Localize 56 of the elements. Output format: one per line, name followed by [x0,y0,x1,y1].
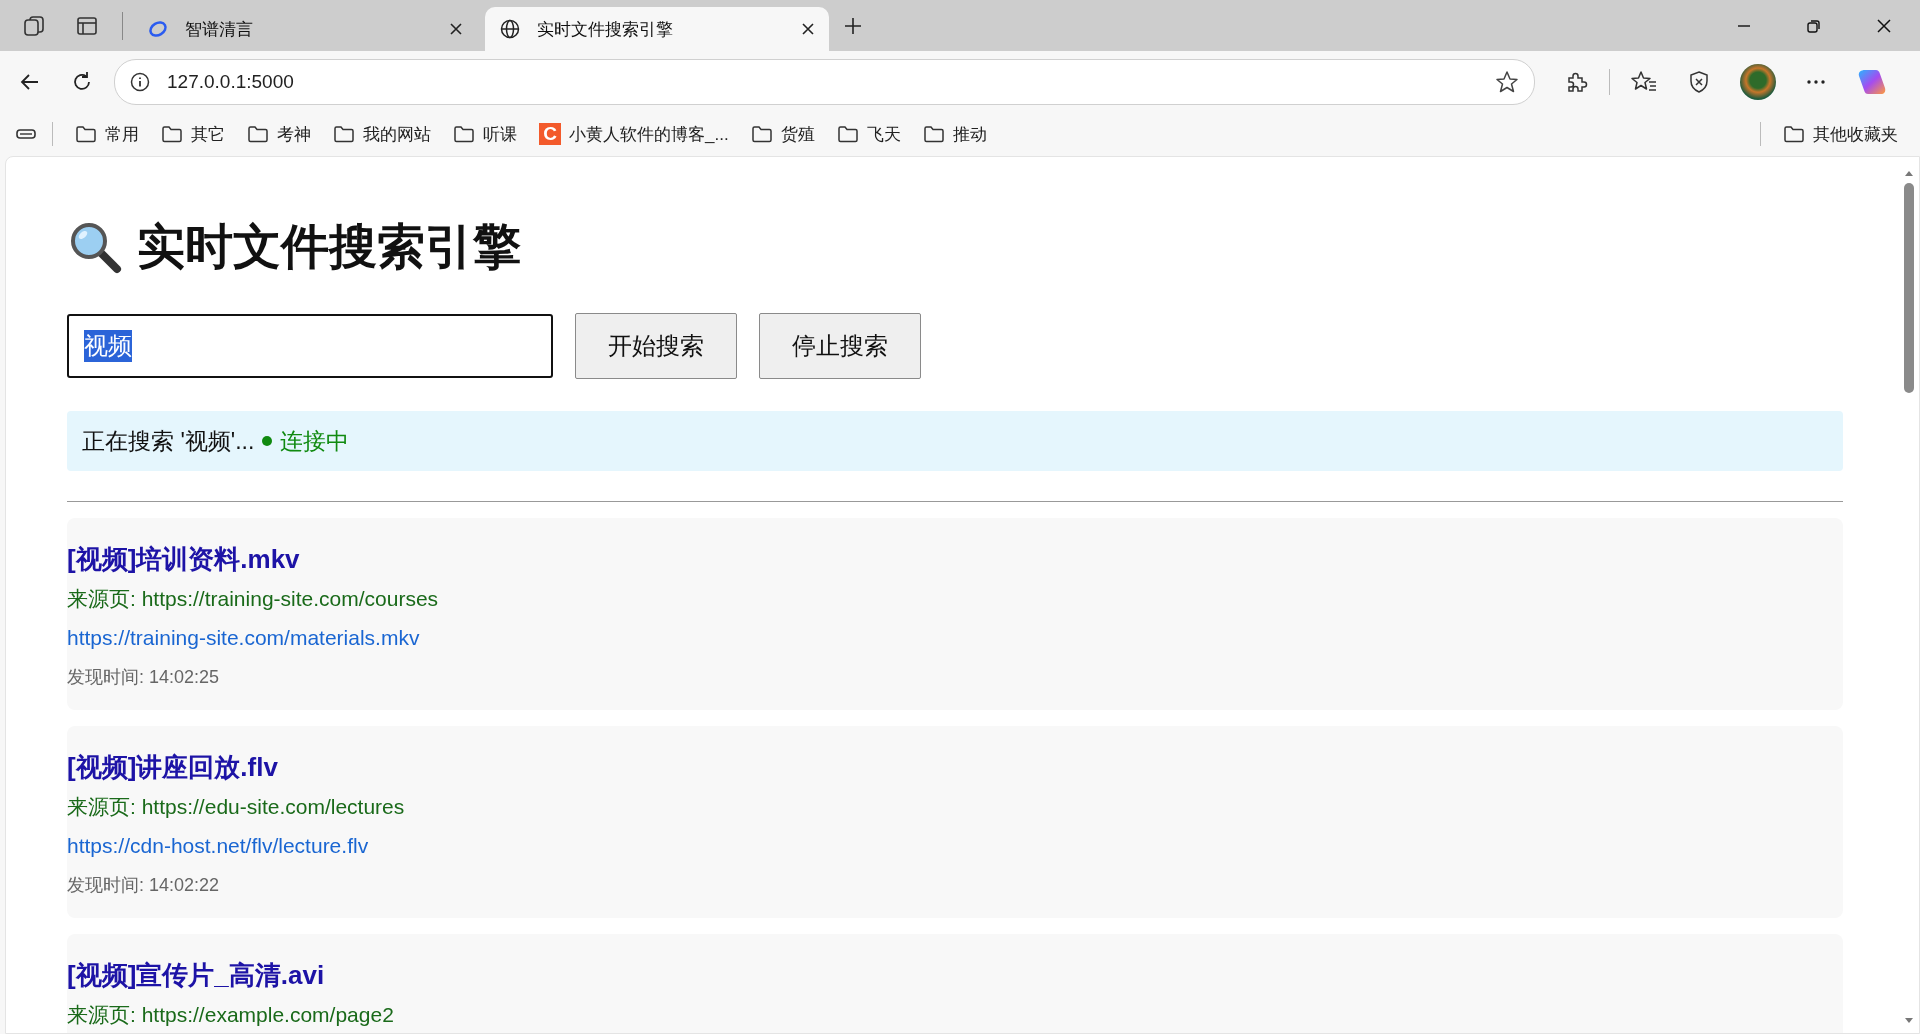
avatar[interactable] [1740,63,1776,100]
scroll-up-icon[interactable] [1904,169,1914,177]
result-title[interactable]: [视频]宣传片_高清.avi [67,958,1843,992]
browser-tab[interactable]: 智谱清言 [133,7,477,51]
folder-icon [247,124,269,144]
bookmark[interactable]: 推动 [922,122,987,146]
found-time: 发现时间: 14:02:22 [67,874,221,897]
bookmark[interactable]: 货殖 [750,122,815,146]
bookmark[interactable]: 其他收藏夹 [1783,122,1898,146]
bookmark[interactable]: 常用 [75,122,139,146]
source-page: 来源页: https://example.com/page2 [67,1002,395,1028]
folder-icon [333,124,355,144]
browser-tab[interactable]: 实时文件搜索引擎 [485,7,829,51]
folder-icon [836,124,859,144]
bookmark[interactable]: 其它 [161,122,225,146]
info-icon[interactable] [129,70,151,93]
search-field[interactable]: 视频 [67,314,553,378]
stop-search-button[interactable]: 停止搜索 [759,313,921,379]
file-link[interactable]: https://training-site.com/materials.mkv [67,624,420,652]
close-icon[interactable] [801,22,815,36]
folder-icon [1783,124,1805,144]
star-icon[interactable] [1494,68,1520,95]
folder-icon [161,124,183,144]
found-time: 发现时间: 14:02:25 [67,666,221,689]
source-page: 来源页: https://edu-site.com/lectures [67,794,406,820]
page-title: 实时文件搜索引擎 [137,219,521,275]
start-search-button[interactable]: 开始搜索 [575,313,737,379]
file-link[interactable]: https://cdn-host.net/flv/lecture.flv [67,832,369,860]
bookmark[interactable]: 我的网站 [333,122,431,146]
folder-icon [75,124,97,144]
folder-icon [922,124,945,144]
result-title[interactable]: [视频]讲座回放.flv [67,750,1843,784]
bookmark[interactable]: C 小黄人软件的博客_... [539,122,729,146]
ring-icon [147,18,169,40]
tab-title: 实时文件搜索引擎 [537,18,674,41]
close-icon[interactable] [1876,17,1892,34]
source-page: 来源页: https://training-site.com/courses [67,586,440,612]
restore-icon[interactable] [1806,17,1822,34]
bookmark[interactable]: 听课 [453,122,517,146]
new-tab-icon[interactable] [843,15,863,36]
bookmark[interactable]: 飞天 [836,122,901,146]
scroll-thumb[interactable] [1904,183,1914,393]
status-text: 正在搜索 '视频'... [82,426,255,456]
address-bar[interactable]: 127.0.0.1:5000 [114,58,1535,105]
site-logo: C [539,123,561,145]
folder-icon [750,124,773,144]
bookmark[interactable]: 考神 [247,122,311,146]
globe-icon [499,18,521,40]
scroll-down-icon[interactable] [1904,1017,1914,1025]
close-icon[interactable] [449,22,463,36]
result-title[interactable]: [视频]培训资料.mkv [67,542,1843,576]
folder-icon [453,124,475,144]
tab-title: 智谱清言 [185,18,254,41]
tab-actions-icon[interactable] [22,13,46,38]
connection-status: 连接中 [280,426,350,456]
sidebar-icon[interactable] [76,14,98,37]
